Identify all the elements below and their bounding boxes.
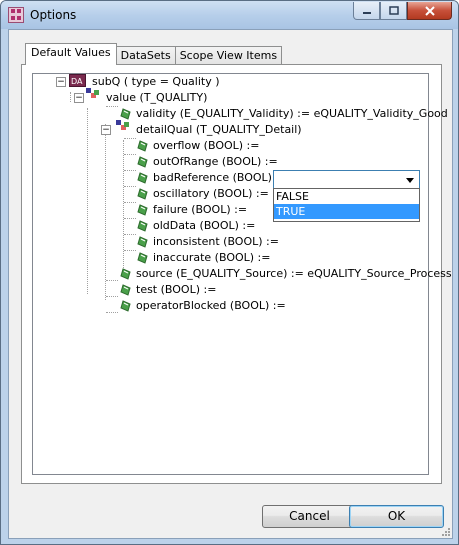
tree-node-validity[interactable]: validity (E_QUALITY_Validity) := eQUALIT… [136, 106, 448, 122]
attribute-icon [137, 140, 148, 152]
tab-datasets[interactable]: DataSets [115, 46, 176, 65]
attribute-icon [120, 284, 131, 296]
close-button[interactable] [407, 2, 452, 20]
attribute-icon [137, 252, 148, 264]
tree-node-badreference[interactable]: badReference (BOOL) := [153, 170, 288, 186]
tree-line [106, 312, 118, 313]
maximize-button[interactable] [380, 2, 407, 20]
tree-node-value[interactable]: value (T_QUALITY) [106, 90, 207, 106]
tree-line [124, 234, 136, 235]
data-attribute-icon: DA [69, 74, 86, 87]
tree-node-overflow[interactable]: overflow (BOOL) := [153, 138, 259, 154]
tree-node-inaccurate[interactable]: inaccurate (BOOL) := [153, 250, 270, 266]
tree-line [70, 92, 71, 102]
tab-strip: Default Values DataSets Scope View Items [25, 43, 283, 65]
tree-line [124, 138, 136, 139]
tree-node-oscillatory[interactable]: oscillatory (BOOL) := [153, 186, 269, 202]
tree-line [124, 186, 136, 187]
tab-scope-view-items[interactable]: Scope View Items [174, 46, 283, 65]
attribute-icon [137, 220, 148, 232]
bool-value-dropdown[interactable] [273, 170, 420, 190]
struct-icon [116, 120, 129, 130]
dropdown-options-list: FALSE TRUE [273, 188, 420, 222]
collapse-root-toggle[interactable]: − [56, 77, 66, 87]
tree-line [106, 106, 118, 107]
resize-grip-icon[interactable] [440, 526, 450, 536]
window-title: Options [30, 8, 77, 22]
attribute-icon [120, 268, 131, 280]
ok-button[interactable]: OK [349, 505, 444, 528]
attribute-icon [137, 156, 148, 168]
svg-text:DA: DA [71, 77, 83, 86]
tree-line [124, 218, 136, 219]
dropdown-option-true[interactable]: TRUE [274, 204, 419, 219]
chevron-down-icon[interactable] [403, 173, 417, 187]
tree-line [105, 124, 106, 300]
options-window: Options Default Values DataSets Scope Vi… [0, 0, 459, 545]
dialog-client: Default Values DataSets Scope View Items [8, 29, 453, 539]
tree-node-outofrange[interactable]: outOfRange (BOOL) := [153, 154, 278, 170]
tree-line [124, 170, 136, 171]
attribute-icon [120, 300, 131, 312]
attribute-icon [137, 236, 148, 248]
tree-node-olddata[interactable]: oldData (BOOL) := [153, 218, 255, 234]
struct-icon [86, 88, 99, 98]
collapse-detailqual-toggle[interactable]: − [101, 125, 111, 135]
tree-node-operatorblocked[interactable]: operatorBlocked (BOOL) := [136, 298, 286, 314]
attribute-icon [137, 188, 148, 200]
tree-node-test[interactable]: test (BOOL) := [136, 282, 216, 298]
caption-buttons [353, 2, 452, 20]
attribute-icon [137, 204, 148, 216]
minimize-button[interactable] [353, 2, 380, 20]
tree-view[interactable]: − DA subQ ( type = Quality ) − value (T_… [32, 73, 452, 475]
maximize-icon [388, 5, 399, 15]
tree-node-root[interactable]: subQ ( type = Quality ) [92, 74, 220, 90]
tree-line [106, 296, 118, 297]
tab-default-values[interactable]: Default Values [25, 43, 117, 65]
tree-line [124, 202, 136, 203]
tree-node-detailqual[interactable]: detailQual (T_QUALITY_Detail) [136, 122, 302, 138]
tree-line [87, 108, 88, 294]
tree-node-failure[interactable]: failure (BOOL) := [153, 202, 247, 218]
attribute-icon [137, 172, 148, 184]
tree-line [106, 280, 118, 281]
tree-line [124, 154, 136, 155]
minimize-icon [362, 11, 371, 14]
tree-line [124, 250, 136, 251]
app-icon [8, 7, 24, 23]
default-values-panel: − DA subQ ( type = Quality ) − value (T_… [21, 64, 452, 484]
cancel-button[interactable]: Cancel [262, 505, 357, 528]
dropdown-option-false[interactable]: FALSE [274, 189, 419, 204]
title-bar[interactable]: Options [1, 1, 458, 29]
tree-node-source[interactable]: source (E_QUALITY_Source) := eQUALITY_So… [136, 266, 452, 282]
close-icon [424, 5, 435, 16]
attribute-icon [120, 108, 131, 120]
tree-node-inconsistent[interactable]: inconsistent (BOOL) := [153, 234, 279, 250]
collapse-value-toggle[interactable]: − [74, 93, 84, 103]
